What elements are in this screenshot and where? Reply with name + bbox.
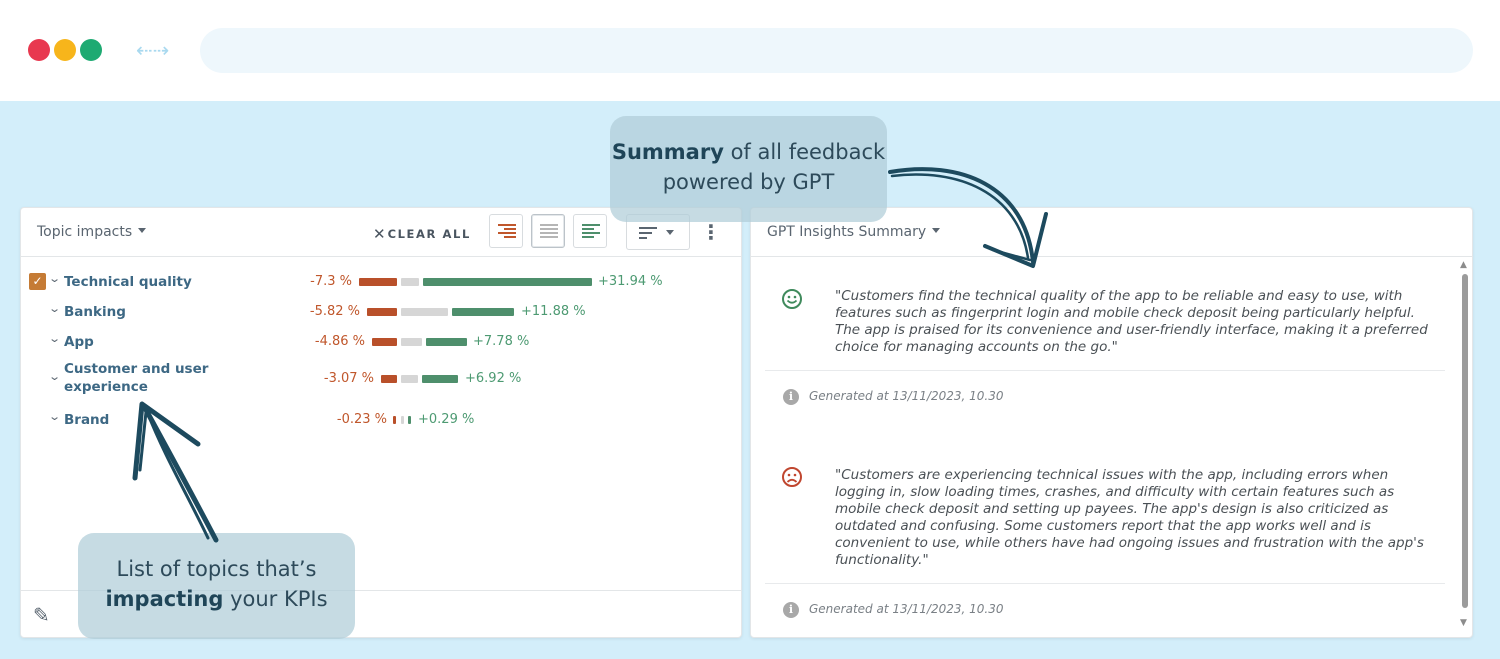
callout-line: impacting your KPIs — [78, 584, 355, 614]
smiley-happy-icon — [782, 289, 802, 309]
topic-name[interactable]: Banking — [64, 303, 126, 321]
chevron-down-icon[interactable]: ⌄ — [48, 272, 61, 285]
align-right-icon — [498, 224, 516, 240]
window-minimize-dot[interactable] — [54, 39, 76, 61]
negative-impact-value: -4.86 % — [314, 334, 365, 349]
scrollbar[interactable]: ▲ ▼ — [1459, 260, 1471, 636]
scroll-down-icon[interactable]: ▼ — [1460, 618, 1467, 628]
clear-all-button[interactable]: ✕ CLEAR ALL — [373, 225, 471, 243]
chevron-down-icon[interactable]: ⌄ — [48, 370, 61, 383]
topics-callout: List of topics that’s impacting your KPI… — [78, 533, 355, 639]
insight-text: "Customers are experiencing technical is… — [835, 467, 1424, 568]
positive-impact-value: +7.78 % — [473, 334, 530, 349]
topic-row[interactable]: ⌄ Customer and user experience -3.07 % +… — [21, 360, 741, 400]
negative-impact-bar — [372, 338, 397, 346]
negative-impact-bar — [381, 375, 397, 383]
negative-impact-bar — [393, 416, 396, 424]
address-bar[interactable] — [200, 28, 1473, 73]
negative-impact-value: -3.07 % — [323, 371, 374, 386]
panel-title-text: Topic impacts — [37, 224, 133, 240]
browser-chrome: ⇠⇢ — [0, 0, 1500, 101]
negative-impact-value: -0.23 % — [336, 412, 387, 427]
negative-impact-value: -7.3 % — [310, 274, 352, 289]
neutral-bar — [401, 416, 404, 424]
callout-text: of all feedback — [723, 140, 886, 164]
positive-impact-bar — [426, 338, 467, 346]
align-left-button[interactable] — [573, 214, 607, 248]
generated-timestamp-row: i Generated at 13/11/2023, 10.30 — [765, 583, 1445, 635]
caret-down-icon — [932, 228, 941, 233]
sort-icon — [639, 227, 657, 242]
smiley-sad-icon — [782, 467, 802, 487]
insight-text: "Customers find the technical quality of… — [835, 288, 1428, 355]
align-right-button[interactable] — [489, 214, 523, 248]
topic-name[interactable]: Brand — [64, 411, 109, 429]
chevron-down-icon[interactable]: ⌄ — [48, 332, 61, 345]
window-maximize-dot[interactable] — [80, 39, 102, 61]
neutral-bar — [401, 308, 448, 316]
summary-callout: Summary of all feedback powered by GPT — [610, 116, 887, 222]
generated-timestamp-row: i Generated at 13/11/2023, 10.30 — [765, 370, 1445, 422]
kebab-menu-icon[interactable]: ⋮ — [701, 220, 721, 244]
neutral-bar — [401, 375, 418, 383]
topic-row[interactable]: ⌄ App -4.86 % +7.78 % — [21, 330, 741, 354]
back-forward-icon[interactable]: ⇠⇢ — [136, 38, 170, 62]
info-icon: i — [783, 389, 799, 405]
positive-impact-value: +0.29 % — [418, 412, 475, 427]
positive-impact-value: +31.94 % — [598, 274, 663, 289]
info-icon: i — [783, 602, 799, 618]
neutral-bar — [401, 338, 422, 346]
panel-title-text: GPT Insights Summary — [767, 224, 927, 240]
topic-name-line: Customer and user — [64, 361, 209, 377]
positive-impact-bar — [423, 278, 592, 286]
topic-name[interactable]: Customer and user experience — [64, 360, 224, 396]
callout-bold: Summary — [611, 140, 724, 164]
callout-line: List of topics that’s — [116, 557, 317, 581]
window-close-dot[interactable] — [28, 39, 50, 61]
negative-impact-bar — [367, 308, 397, 316]
topic-checkbox-checked[interactable]: ✓ — [29, 273, 46, 290]
callout-line: Summary of all feedback — [610, 137, 887, 167]
negative-impact-bar — [359, 278, 397, 286]
pencil-icon[interactable]: ✎ — [33, 603, 50, 627]
callout-line: powered by GPT — [662, 170, 835, 194]
chevron-down-icon[interactable]: ⌄ — [48, 410, 61, 423]
neutral-bar — [401, 278, 419, 286]
topic-name[interactable]: App — [64, 333, 94, 351]
positive-impact-bar — [422, 375, 458, 383]
scrollbar-thumb[interactable] — [1462, 274, 1468, 608]
caret-down-icon — [138, 228, 147, 233]
scroll-up-icon[interactable]: ▲ — [1460, 260, 1467, 270]
topic-impacts-dropdown[interactable]: Topic impacts — [37, 224, 147, 240]
generated-timestamp: Generated at 13/11/2023, 10.30 — [809, 389, 1004, 403]
positive-impact-value: +11.88 % — [521, 304, 586, 319]
gpt-insights-panel: GPT Insights Summary "Customers find the… — [750, 207, 1473, 638]
generated-timestamp: Generated at 13/11/2023, 10.30 — [809, 602, 1004, 616]
align-left-icon — [582, 224, 600, 240]
topic-name-line: experience — [64, 379, 148, 395]
align-center-icon — [540, 224, 558, 240]
topic-name[interactable]: Technical quality — [64, 273, 192, 291]
topic-row[interactable]: ⌄ Banking -5.82 % +11.88 % — [21, 300, 741, 324]
topic-row[interactable]: ✓ ⌄ Technical quality -7.3 % +31.94 % — [21, 270, 741, 294]
callout-bold: impacting — [105, 587, 224, 611]
topic-row[interactable]: ⌄ Brand -0.23 % +0.29 % — [21, 408, 741, 432]
callout-text: your KPIs — [223, 587, 328, 611]
gpt-insights-dropdown[interactable]: GPT Insights Summary — [767, 224, 941, 240]
close-icon: ✕ — [373, 225, 386, 243]
positive-impact-bar — [452, 308, 514, 316]
negative-impact-value: -5.82 % — [309, 304, 360, 319]
positive-impact-value: +6.92 % — [465, 371, 522, 386]
positive-impact-bar — [408, 416, 411, 424]
clear-all-label: CLEAR ALL — [387, 227, 471, 241]
chevron-down-icon[interactable]: ⌄ — [48, 302, 61, 315]
caret-down-icon — [666, 230, 674, 235]
align-center-button[interactable] — [531, 214, 565, 248]
